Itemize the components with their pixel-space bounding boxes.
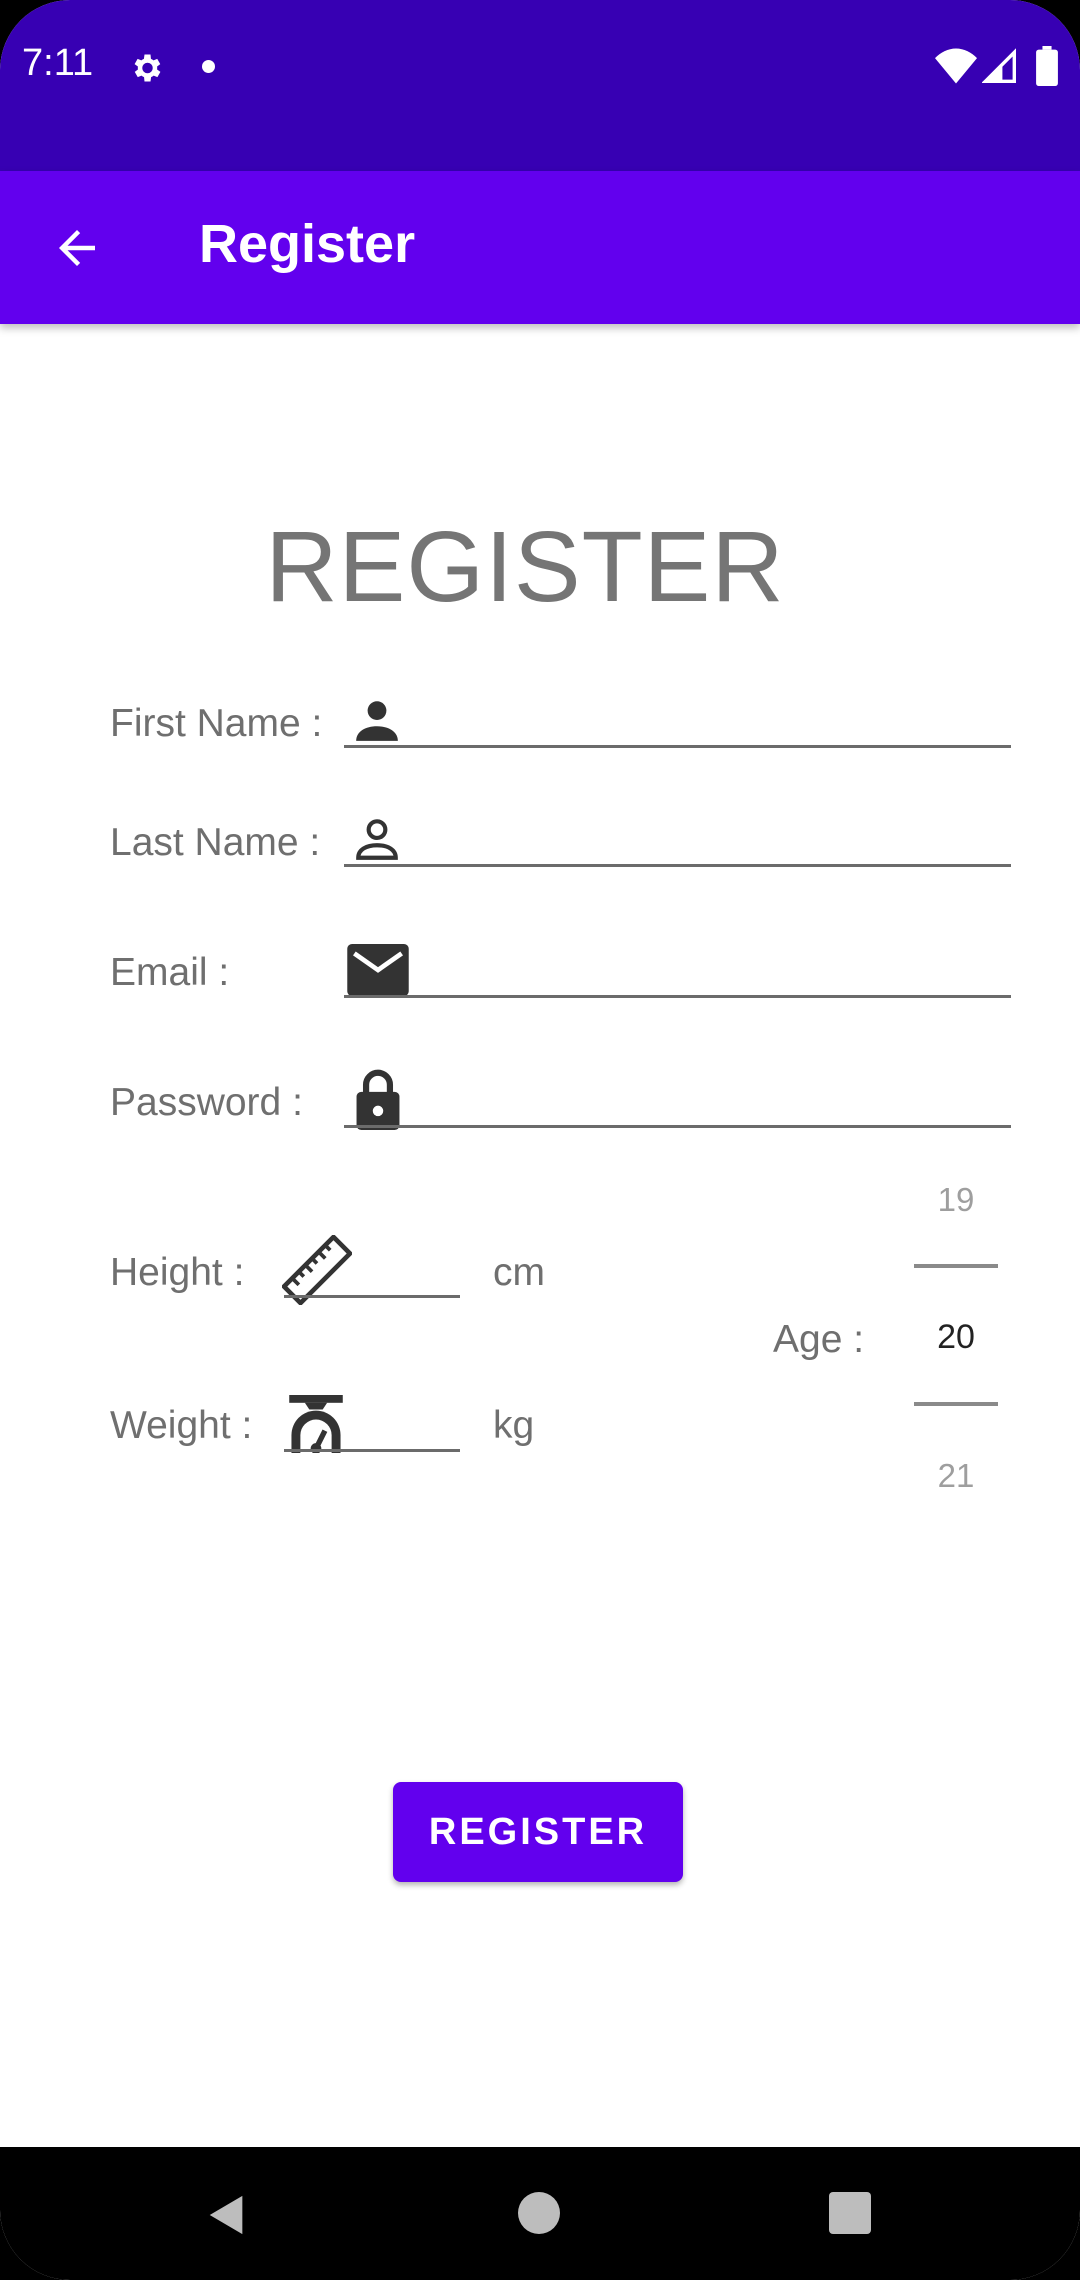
password-label: Password : — [110, 1081, 303, 1124]
status-time: 7:11 — [22, 42, 94, 84]
weight-label: Weight : — [110, 1404, 253, 1447]
last-name-label: Last Name : — [110, 821, 321, 864]
notification-dot-icon — [202, 60, 215, 73]
age-picker-selected[interactable]: 20 — [911, 1318, 1001, 1357]
email-label: Email : — [110, 951, 230, 994]
weight-input[interactable] — [350, 1398, 459, 1450]
height-unit: cm — [493, 1251, 545, 1294]
battery-icon — [1036, 46, 1058, 86]
email-underline — [344, 995, 1011, 998]
last-name-input[interactable] — [420, 811, 1004, 863]
nav-home-icon[interactable] — [518, 2192, 560, 2234]
signal-icon — [982, 48, 1016, 83]
nav-back-icon[interactable] — [204, 2192, 250, 2238]
height-input[interactable] — [350, 1245, 459, 1297]
password-underline — [344, 1125, 1011, 1128]
height-underline — [284, 1295, 460, 1298]
age-picker-next[interactable]: 21 — [911, 1457, 1001, 1495]
status-bar: 7:11 — [0, 0, 1080, 171]
app-bar-title: Register — [199, 214, 416, 274]
email-icon — [347, 944, 409, 996]
last-name-underline — [344, 864, 1011, 867]
first-name-input[interactable] — [420, 692, 1004, 744]
person-filled-icon — [356, 701, 398, 741]
arrow-left-icon[interactable] — [50, 221, 104, 275]
age-picker-divider-bottom — [914, 1402, 998, 1406]
weight-unit: kg — [493, 1404, 535, 1447]
email-input[interactable] — [420, 942, 1004, 994]
first-name-label: First Name : — [110, 702, 323, 745]
height-label: Height : — [110, 1251, 245, 1294]
wifi-icon — [935, 48, 977, 84]
scale-icon — [289, 1395, 343, 1453]
password-input[interactable] — [420, 1072, 1004, 1124]
app-bar: Register — [0, 171, 1080, 324]
age-label: Age : — [773, 1318, 865, 1361]
page-heading: REGISTER — [265, 511, 785, 623]
app-screen: 7:11 Register REGISTER First Name : Last… — [0, 0, 1080, 2280]
lock-icon — [356, 1069, 400, 1130]
nav-recents-icon[interactable] — [829, 2192, 871, 2234]
age-picker-previous[interactable]: 19 — [911, 1181, 1001, 1219]
first-name-underline — [344, 745, 1011, 748]
gear-icon — [134, 54, 161, 82]
navigation-bar — [0, 2147, 1080, 2280]
age-picker-divider-top — [914, 1264, 998, 1268]
register-button[interactable]: REGISTER — [393, 1782, 683, 1882]
weight-underline — [284, 1449, 460, 1452]
person-outline-icon — [356, 819, 398, 860]
